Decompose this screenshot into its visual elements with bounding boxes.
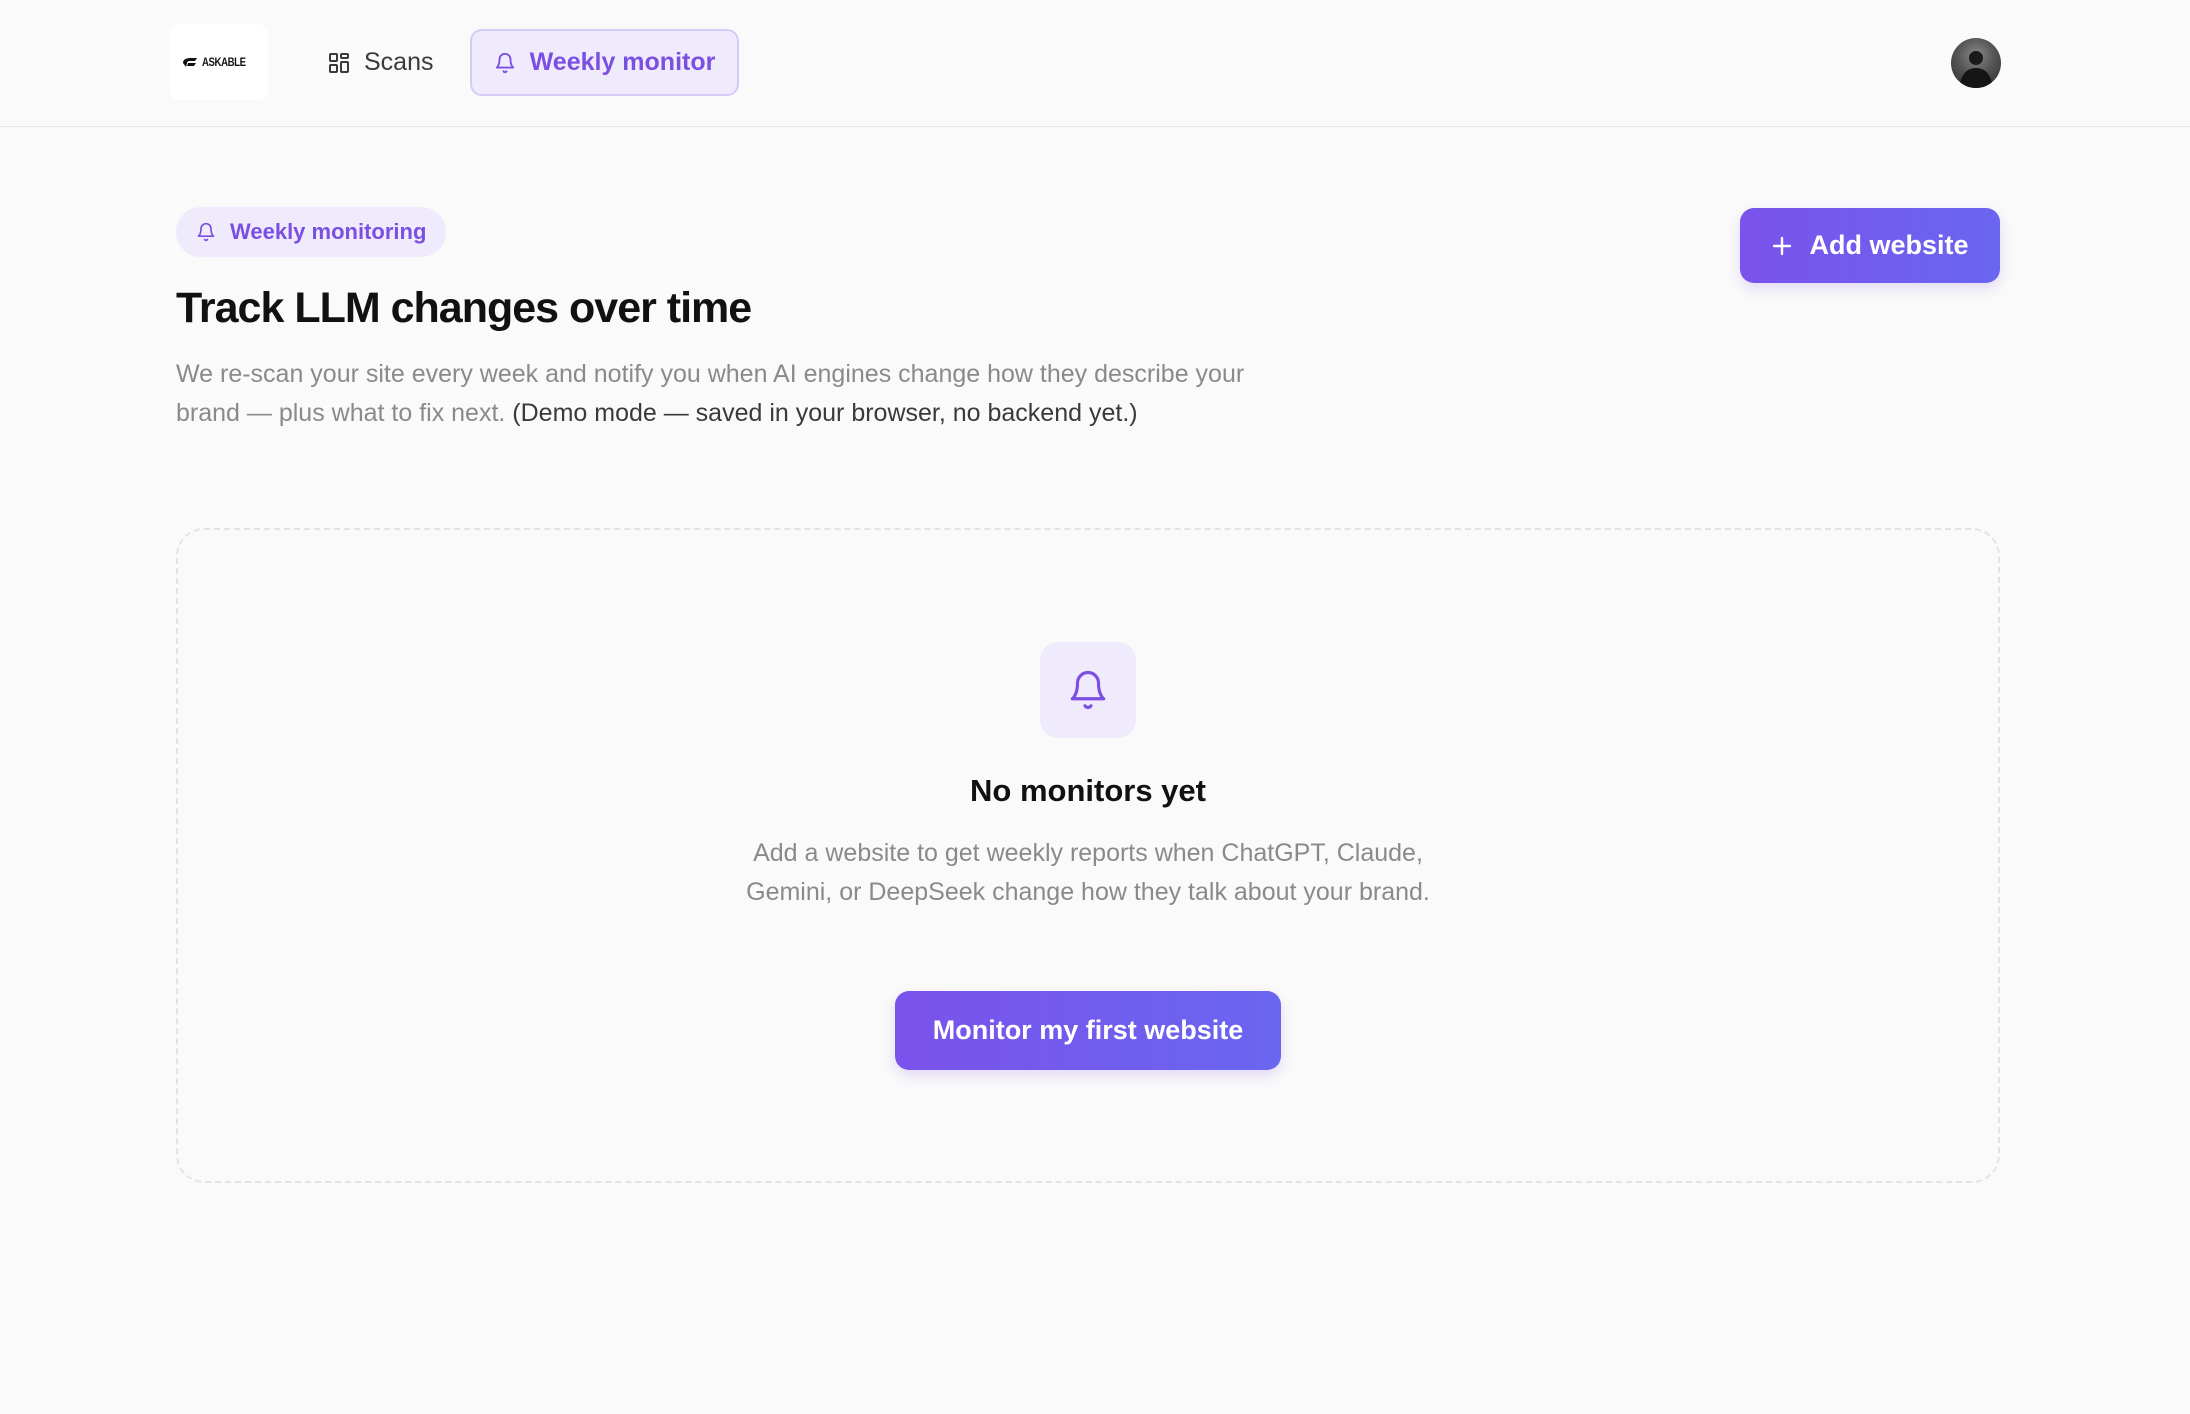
- nav-scans[interactable]: Scans: [312, 29, 449, 96]
- weekly-monitoring-badge: Weekly monitoring: [176, 207, 447, 257]
- top-navigation-bar: ASKABLE Scans Weekly monitor: [0, 0, 2190, 127]
- avatar-person-icon: [1959, 51, 1993, 88]
- empty-state-title: No monitors yet: [970, 773, 1206, 808]
- user-avatar[interactable]: [1951, 38, 2001, 88]
- logo-text: ASKABLE: [201, 55, 246, 69]
- page-description: We re-scan your site every week and noti…: [176, 355, 1256, 433]
- askable-logo[interactable]: ASKABLE: [170, 24, 268, 100]
- grid-icon: [329, 52, 349, 73]
- monitor-first-website-label: Monitor my first website: [932, 1015, 1244, 1045]
- bell-icon: [197, 222, 215, 242]
- empty-state-description: Add a website to get weekly reports when…: [746, 839, 1430, 906]
- add-website-button[interactable]: Add website: [1740, 208, 2000, 283]
- plus-icon: [1773, 236, 1792, 255]
- empty-state-icon-box: [1040, 642, 1136, 738]
- bell-icon: [495, 52, 514, 73]
- monitor-first-website-button[interactable]: Monitor my first website: [895, 991, 1281, 1070]
- bell-icon: [1070, 671, 1106, 710]
- nav-scans-label: Scans: [364, 48, 434, 76]
- add-website-label: Add website: [1809, 230, 1969, 260]
- badge-label: Weekly monitoring: [230, 219, 427, 244]
- nav-weekly-monitor-label: Weekly monitor: [529, 48, 716, 76]
- page-title: Track LLM changes over time: [176, 284, 752, 332]
- nav-weekly-monitor[interactable]: Weekly monitor: [470, 29, 739, 96]
- demo-mode-note: (Demo mode — saved in your browser, no b…: [512, 399, 1138, 427]
- logo-mark-icon: [182, 57, 197, 67]
